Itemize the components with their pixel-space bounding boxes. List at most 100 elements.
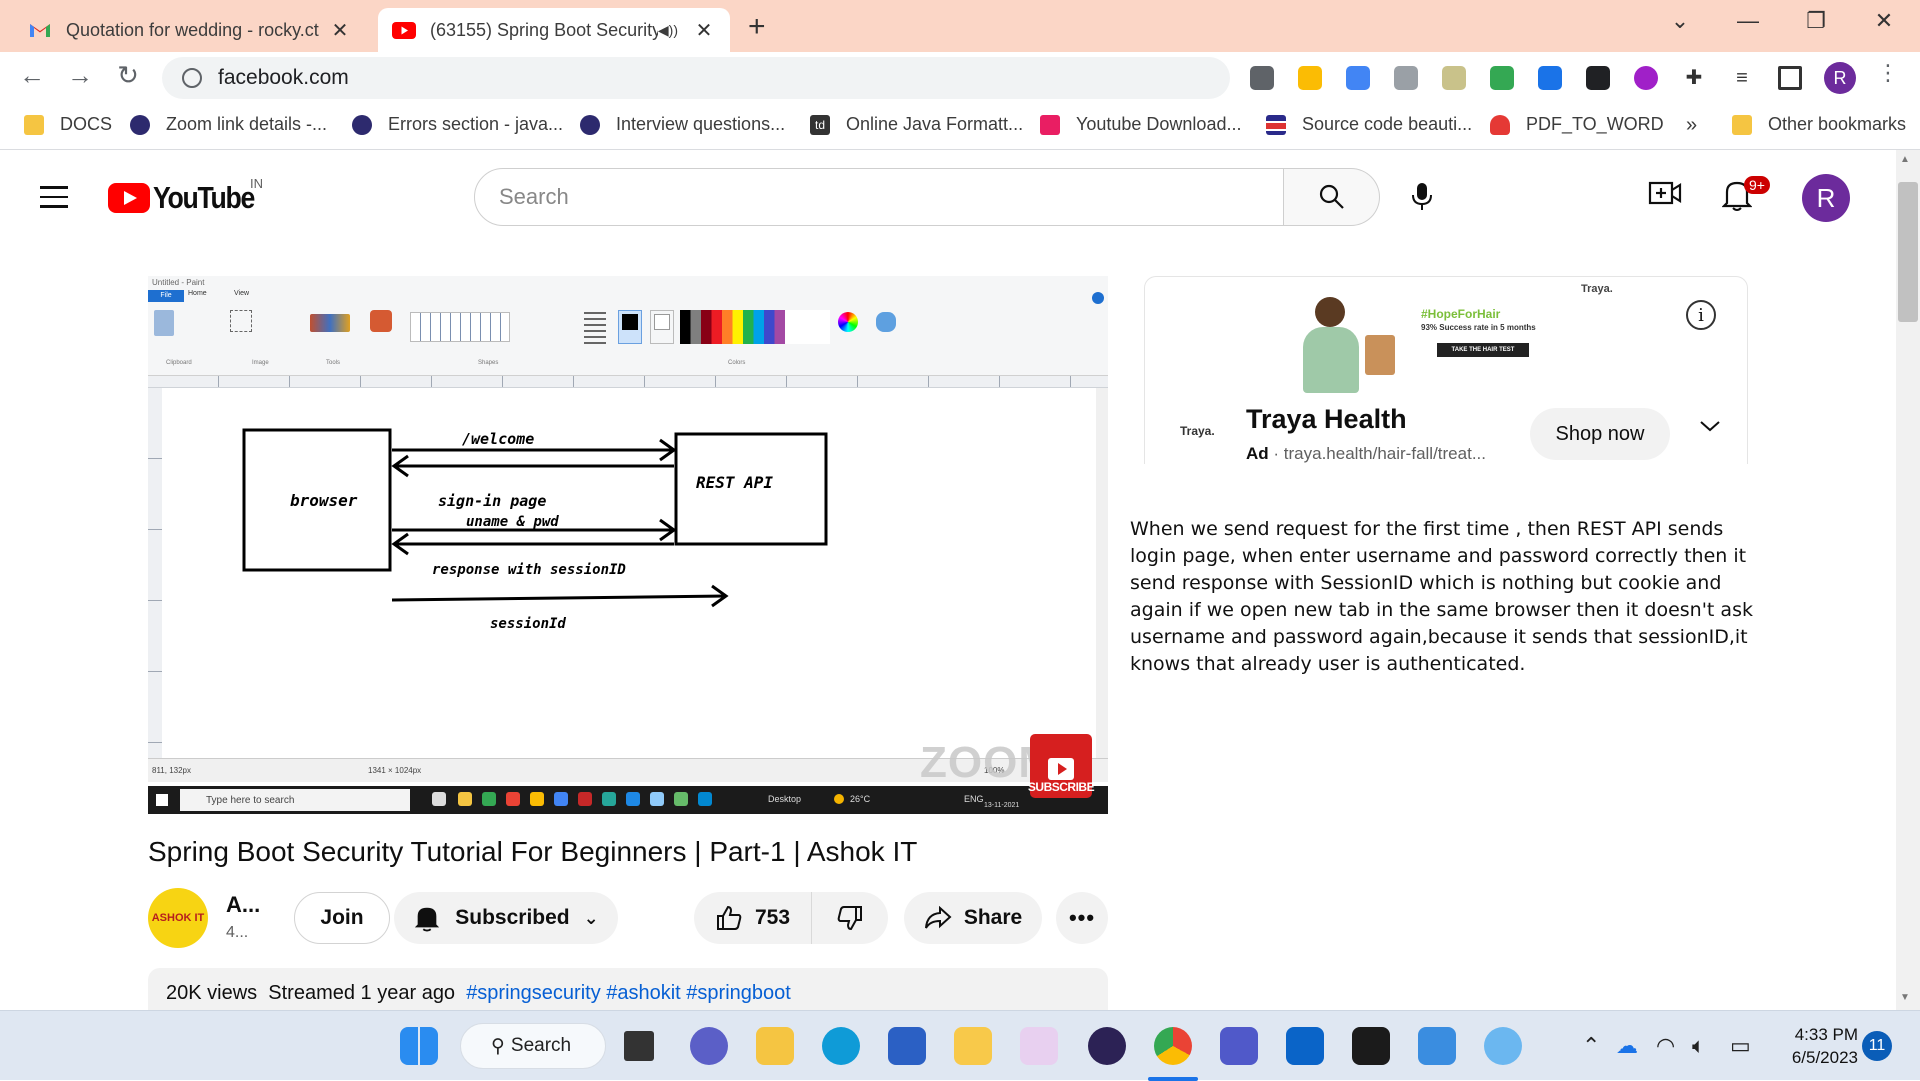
bookmark-zoom[interactable]: Zoom link details -... — [130, 114, 327, 135]
snipping-tool-icon[interactable] — [1020, 1027, 1058, 1065]
chevron-down-icon[interactable] — [1698, 418, 1722, 439]
webex-icon[interactable] — [1352, 1027, 1390, 1065]
edge-icon[interactable] — [822, 1027, 860, 1065]
shop-now-button[interactable]: Shop now — [1530, 408, 1670, 460]
restore-button[interactable]: ❐ — [1796, 8, 1836, 34]
color-palette — [680, 310, 830, 344]
search-input[interactable]: Search — [474, 168, 1284, 226]
profile-avatar[interactable]: R — [1824, 62, 1856, 94]
minimize-button[interactable]: — — [1728, 8, 1768, 34]
address-bar[interactable]: facebook.com — [162, 57, 1230, 99]
extension-icon[interactable] — [1394, 66, 1418, 90]
task-view-icon[interactable] — [624, 1031, 654, 1061]
windows-start-icon[interactable] — [400, 1027, 438, 1065]
menu-dots-icon[interactable]: ⋮ — [1870, 60, 1906, 86]
tray-clock[interactable]: 4:33 PM 6/5/2023 — [1778, 1023, 1858, 1069]
extension-icon[interactable] — [1634, 66, 1658, 90]
close-icon[interactable]: ✕ — [692, 18, 716, 43]
extension-icon[interactable] — [1250, 66, 1274, 90]
notification-center-badge[interactable]: 11 — [1862, 1031, 1892, 1061]
close-icon[interactable]: ✕ — [328, 18, 352, 43]
badge-icon — [130, 114, 150, 135]
share-button[interactable]: Share — [904, 892, 1042, 944]
media-control-icon[interactable]: ≡ — [1730, 66, 1754, 90]
bookmark-errors[interactable]: Errors section - java... — [352, 114, 563, 135]
extension-icon[interactable] — [1538, 66, 1562, 90]
bookmark-interview[interactable]: Interview questions... — [580, 114, 785, 135]
wifi-icon[interactable]: ◠ — [1656, 1033, 1675, 1059]
more-actions-button[interactable]: ••• — [1056, 892, 1108, 944]
paint-window-title: Untitled - Paint — [152, 278, 205, 287]
site-info-icon[interactable] — [182, 68, 202, 88]
forward-arrow-icon[interactable]: → — [62, 60, 98, 91]
extension-icon[interactable] — [1442, 66, 1466, 90]
volume-icon[interactable]: 🔈︎ — [1692, 1033, 1705, 1059]
scroll-down-icon[interactable]: ▼ — [1900, 992, 1910, 1003]
onedrive-icon[interactable]: ☁ — [1616, 1033, 1638, 1059]
edit-colors-icon — [838, 312, 858, 332]
bookmark-youtube-download[interactable]: Youtube Download... — [1040, 114, 1241, 135]
store-icon[interactable] — [888, 1027, 926, 1065]
app-icon — [602, 792, 616, 806]
ad-brand-name[interactable]: Traya Health — [1246, 404, 1407, 435]
photos-icon[interactable] — [954, 1027, 992, 1065]
channel-name[interactable]: A... — [226, 892, 260, 918]
hashtags[interactable]: #springsecurity #ashokit #springboot — [466, 982, 791, 1004]
tab-gmail[interactable]: Quotation for wedding - rocky.ct ✕ — [14, 8, 366, 52]
chat-icon[interactable] — [690, 1027, 728, 1065]
join-button[interactable]: Join — [294, 892, 390, 944]
paint3d-icon — [876, 312, 896, 332]
teams-icon[interactable] — [1220, 1027, 1258, 1065]
puzzle-extensions-icon[interactable]: ✚ — [1682, 66, 1706, 90]
speaker-icon[interactable]: ◀)) — [658, 22, 678, 39]
bookmark-source-code[interactable]: Source code beauti... — [1266, 114, 1472, 135]
tab-youtube[interactable]: (63155) Spring Boot Security ◀)) ✕ — [378, 8, 730, 52]
menu-icon[interactable] — [40, 186, 68, 208]
file-explorer-icon[interactable] — [756, 1027, 794, 1065]
channel-avatar[interactable]: ASHOK IT — [148, 888, 208, 948]
back-arrow-icon[interactable]: ← — [14, 60, 50, 91]
product-box — [1365, 335, 1395, 375]
outlook-icon[interactable] — [1286, 1027, 1324, 1065]
scroll-thumb[interactable] — [1898, 182, 1918, 322]
app-icon — [530, 792, 544, 806]
other-bookmarks[interactable]: Other bookmarks — [1732, 114, 1906, 135]
shapes-gallery-icon — [410, 312, 510, 342]
chrome-icon[interactable] — [1154, 1027, 1192, 1065]
extension-icon[interactable] — [1490, 66, 1514, 90]
tab-search-chevron-icon[interactable]: ⌄ — [1660, 8, 1700, 34]
info-icon[interactable]: i — [1686, 300, 1716, 330]
subscribed-button[interactable]: Subscribed ⌄ — [394, 892, 618, 944]
paint-icon[interactable] — [1484, 1027, 1522, 1065]
bookmark-label: Errors section - java... — [388, 114, 564, 134]
new-tab-button[interactable]: + — [748, 10, 766, 44]
youtube-logo[interactable]: YouTube IN — [108, 176, 271, 216]
voice-search-button[interactable] — [1400, 175, 1444, 219]
clipboard-group-label: Clipboard — [166, 360, 192, 366]
create-video-button[interactable] — [1648, 180, 1682, 211]
close-window-button[interactable]: ✕ — [1864, 8, 1904, 34]
side-panel-icon[interactable] — [1778, 66, 1802, 90]
battery-icon[interactable]: ▭ — [1730, 1033, 1751, 1059]
reload-icon[interactable]: ↻ — [110, 60, 146, 91]
bookmark-java-formatter[interactable]: td Online Java Formatt... — [810, 114, 1023, 135]
description-box[interactable]: 20K views Streamed 1 year ago #springsec… — [148, 968, 1108, 1010]
bookmark-pdf-to-word[interactable]: PDF_TO_WORD — [1490, 114, 1664, 135]
search-button[interactable] — [1284, 168, 1380, 226]
image-viewer-icon[interactable] — [1418, 1027, 1456, 1065]
taskbar-search[interactable]: ⚲ Search — [460, 1023, 606, 1069]
bookmarks-overflow-button[interactable]: » — [1686, 114, 1697, 137]
like-button[interactable]: 753 — [694, 892, 812, 944]
translate-extension-icon[interactable] — [1346, 66, 1370, 90]
dislike-button[interactable] — [812, 892, 888, 944]
extension-icon[interactable] — [1586, 66, 1610, 90]
tray-chevron-up-icon[interactable]: ⌃ — [1582, 1033, 1600, 1059]
eclipse-icon[interactable] — [1088, 1027, 1126, 1065]
account-avatar[interactable]: R — [1802, 174, 1850, 222]
td-icon: td — [810, 114, 830, 135]
bookmark-docs[interactable]: DOCS — [24, 114, 112, 135]
video-player[interactable]: Untitled - Paint File Home View Clipboar… — [148, 276, 1108, 814]
scroll-up-icon[interactable]: ▲ — [1900, 154, 1910, 165]
extension-icon[interactable] — [1298, 66, 1322, 90]
app-icon — [432, 792, 446, 806]
